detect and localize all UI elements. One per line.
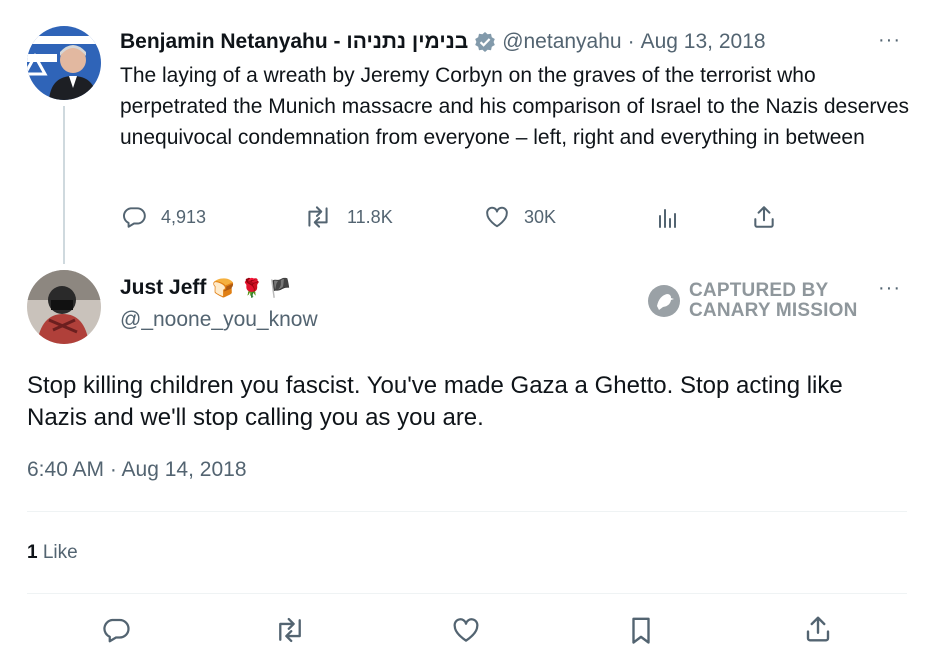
parent-date[interactable]: Aug 13, 2018 xyxy=(641,30,766,54)
verified-badge-icon xyxy=(474,31,496,53)
rose-emoji: 🌹 xyxy=(240,277,264,298)
reply-more-icon[interactable]: ··· xyxy=(878,277,901,300)
bookmark-icon[interactable] xyxy=(627,615,655,645)
reply-author-name[interactable]: Just Jeff xyxy=(120,276,206,300)
black-flag-emoji: 🏴 xyxy=(269,277,292,298)
divider-top xyxy=(27,511,907,512)
reply-tweet-text: Stop killing children you fascist. You'v… xyxy=(27,372,843,431)
likes-summary[interactable]: 1 Like xyxy=(27,542,78,564)
like-icon xyxy=(484,204,510,230)
likes-count: 1 xyxy=(27,542,38,563)
header-separator: · xyxy=(627,30,635,53)
canary-watermark: CAPTURED BY CANARY MISSION xyxy=(647,281,858,321)
reply-tweet-retweet-icon[interactable] xyxy=(273,615,307,645)
reply-avatar[interactable] xyxy=(27,270,101,344)
bread-emoji: 🍞 xyxy=(212,277,235,298)
reply-action[interactable]: 4,913 xyxy=(121,204,206,230)
watermark-line-1: CAPTURED BY xyxy=(689,280,829,301)
parent-header: Benjamin Netanyahu - בנימין נתניהו @neta… xyxy=(120,30,766,54)
share-icon[interactable] xyxy=(751,204,777,230)
parent-author-name[interactable]: Benjamin Netanyahu - בנימין נתניהו xyxy=(120,30,468,54)
parent-handle[interactable]: @netanyahu xyxy=(502,30,621,54)
reply-header: Just Jeff 🍞 🌹 🏴 xyxy=(120,276,292,300)
thread-line xyxy=(63,106,65,264)
watermark-line-2: CANARY MISSION xyxy=(689,300,858,321)
reply-handle[interactable]: @_noone_you_know xyxy=(120,308,318,332)
views-icon[interactable] xyxy=(656,206,680,230)
retweet-icon xyxy=(303,204,333,230)
reply-tweet-reply-icon[interactable] xyxy=(101,615,131,645)
reply-timestamp[interactable]: 6:40 AM · Aug 14, 2018 xyxy=(27,458,247,482)
retweet-action[interactable]: 11.8K xyxy=(303,204,393,230)
retweet-count: 11.8K xyxy=(347,206,393,227)
divider-bottom xyxy=(27,593,907,594)
like-count: 30K xyxy=(524,206,557,227)
reply-count: 4,913 xyxy=(161,206,207,227)
reply-tweet-share-icon[interactable] xyxy=(803,614,833,644)
like-action[interactable]: 30K xyxy=(484,204,556,230)
parent-avatar[interactable] xyxy=(27,26,101,100)
reply-icon xyxy=(121,204,147,230)
parent-tweet-text: The laying of a wreath by Jeremy Corbyn … xyxy=(120,64,910,149)
canary-logo-icon xyxy=(647,284,681,318)
reply-tweet-like-icon[interactable] xyxy=(451,615,481,645)
likes-label: Like xyxy=(42,542,78,563)
more-icon[interactable]: ··· xyxy=(878,29,901,52)
